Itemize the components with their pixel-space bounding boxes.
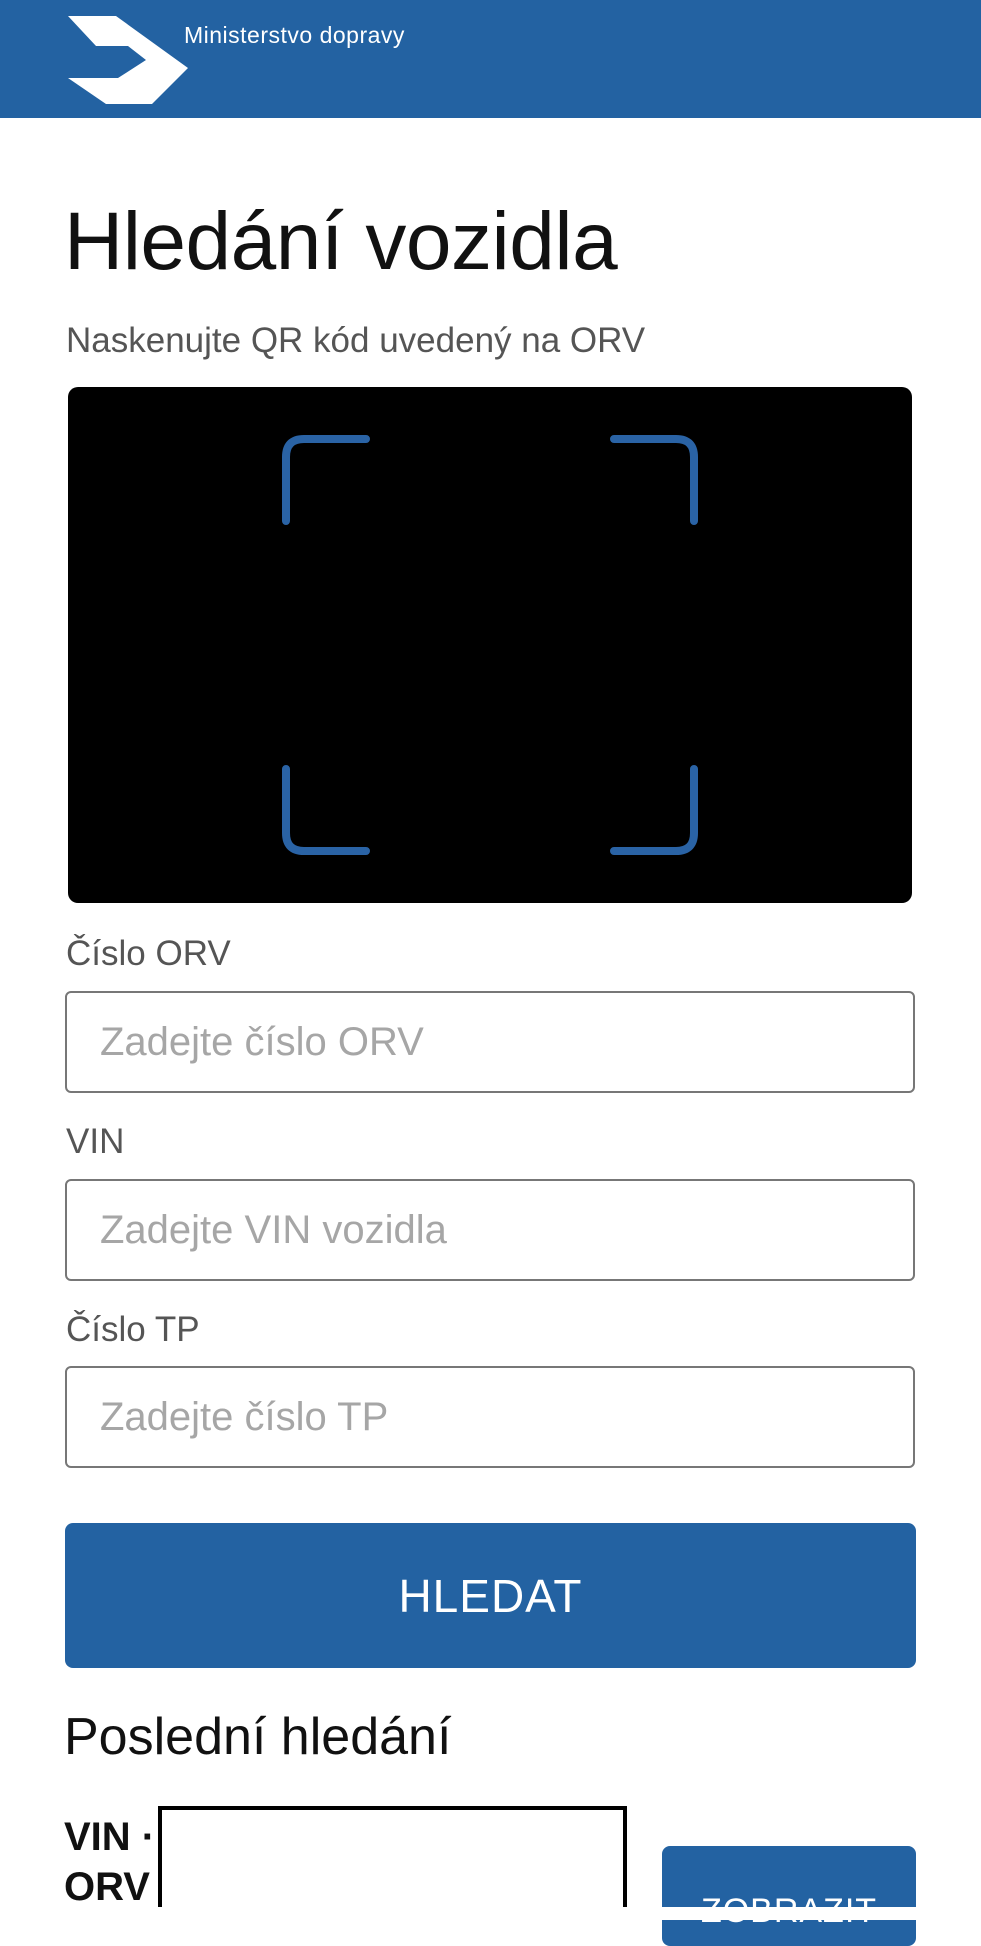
screen-bottom-edge [0, 1907, 981, 1920]
show-recent-button[interactable]: ZOBRAZIT [662, 1846, 916, 1946]
qr-scan-frame-icon [282, 435, 698, 855]
qr-scanner-viewfinder[interactable] [68, 387, 912, 903]
scan-instruction: Naskenujte QR kód uvedený na ORV [66, 321, 646, 360]
search-button[interactable]: HLEDAT [65, 1523, 916, 1668]
orv-label: Číslo ORV [66, 934, 231, 973]
vin-label: VIN [66, 1122, 125, 1161]
ministry-of-transport-logo-icon [68, 16, 188, 104]
orv-number-input[interactable] [65, 991, 915, 1093]
recent-item-vin-label: VIN · [64, 1815, 156, 1859]
page-title: Hledání vozidla [64, 196, 618, 287]
recent-item-value [158, 1806, 627, 1916]
tp-label: Číslo TP [66, 1310, 200, 1349]
vin-input[interactable] [65, 1179, 915, 1281]
tp-number-input[interactable] [65, 1366, 915, 1468]
recent-item-labels: VIN · ORV [64, 1812, 155, 1912]
ministry-name: Ministerstvo dopravy [184, 22, 405, 48]
recent-item-orv-label: ORV [64, 1865, 150, 1909]
recent-searches-title: Poslední hledání [64, 1708, 452, 1766]
app-header: Ministerstvo dopravy [0, 0, 981, 118]
